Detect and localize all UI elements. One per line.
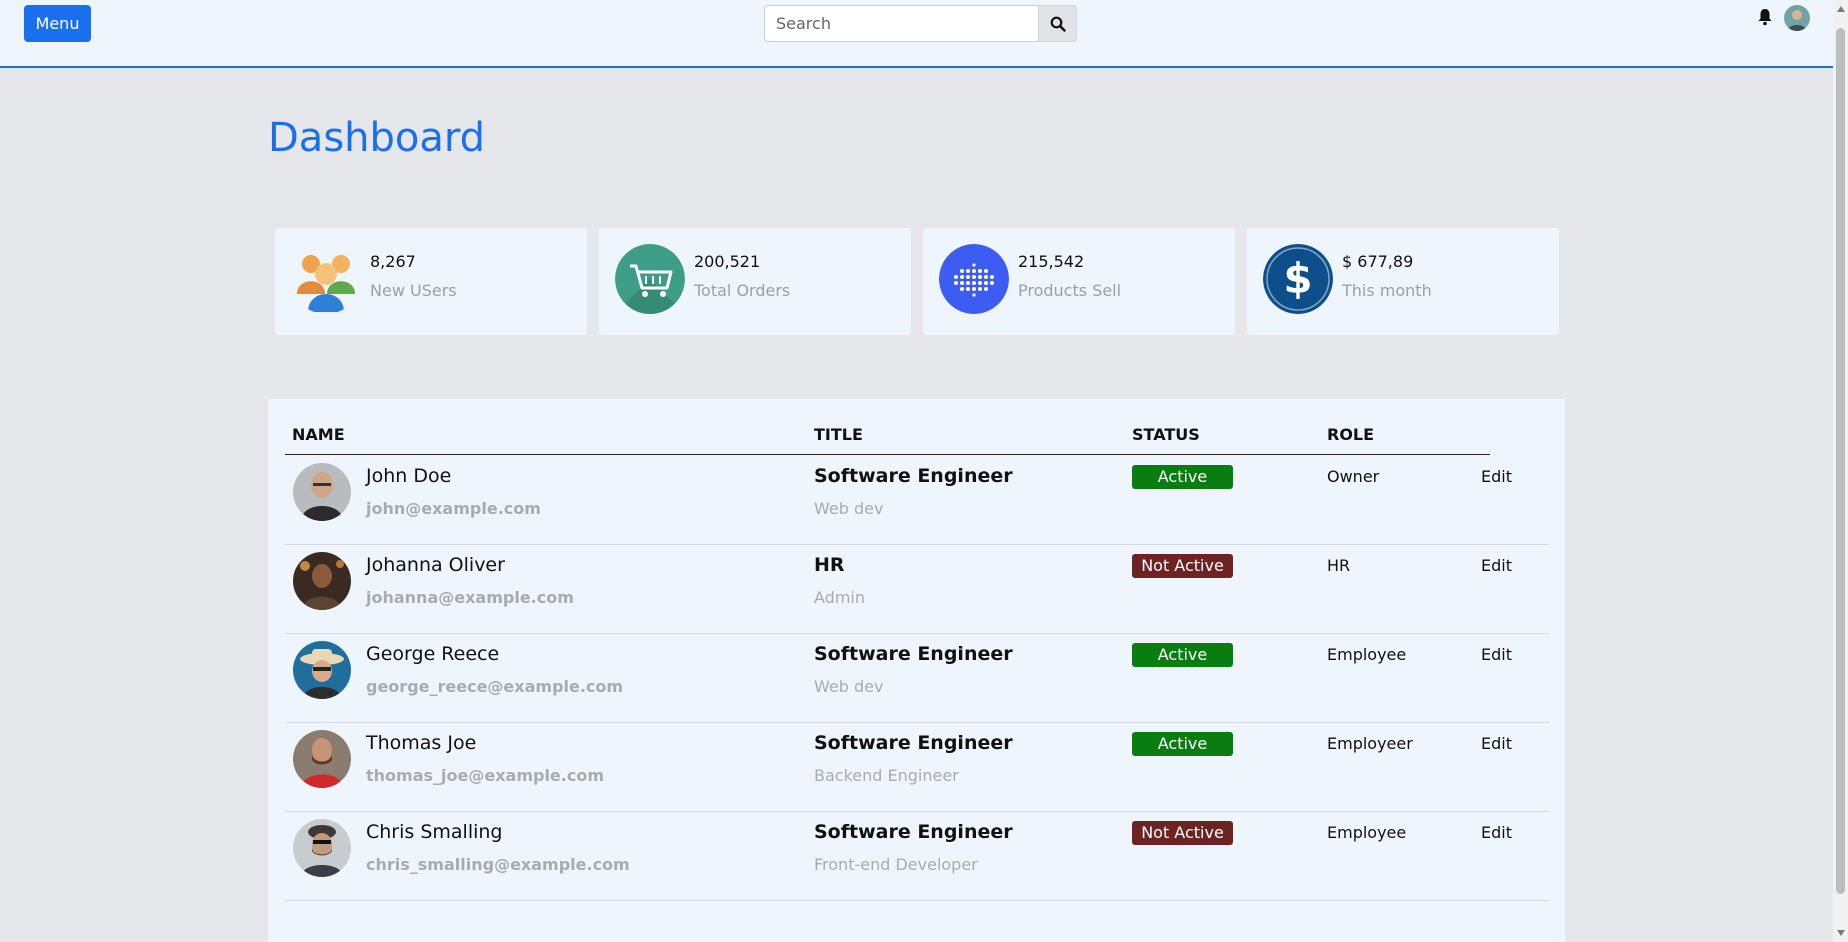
product-icon	[939, 244, 1009, 314]
job-title: Software Engineer	[814, 821, 1013, 843]
user-email: chris_smalling@example.com	[366, 855, 630, 874]
edit-link[interactable]: Edit	[1481, 467, 1512, 486]
status-badge: Not Active	[1132, 821, 1233, 845]
column-header-title: TITLE	[814, 425, 863, 444]
cart-icon	[615, 244, 685, 314]
job-subtitle: Web dev	[814, 499, 884, 518]
page-title: Dashboard	[268, 115, 486, 161]
avatar	[293, 463, 351, 521]
column-header-status: STATUS	[1132, 425, 1200, 444]
stat-value: 200,521	[694, 252, 761, 271]
status-badge: Active	[1132, 643, 1233, 667]
stat-label: Products Sell	[1018, 281, 1122, 300]
stat-card-this-month: $ $ 677,89 This month	[1247, 228, 1559, 335]
status-badge: Not Active	[1132, 554, 1233, 578]
scroll-thumb[interactable]	[1836, 28, 1845, 894]
dollar-icon: $	[1263, 244, 1333, 314]
table-row: George Reece george_reece@example.com So…	[285, 634, 1549, 723]
status-badge: Active	[1132, 465, 1233, 489]
user-role: Owner	[1327, 467, 1380, 486]
search-button[interactable]	[1038, 5, 1077, 42]
svg-text:$: $	[1283, 254, 1312, 303]
table-row: Chris Smalling chris_smalling@example.co…	[285, 812, 1549, 901]
user-role: HR	[1327, 556, 1351, 575]
edit-link[interactable]: Edit	[1481, 645, 1512, 664]
user-name: Johanna Oliver	[366, 554, 505, 576]
scroll-down-arrow[interactable]	[1837, 930, 1845, 936]
search-form	[764, 5, 1077, 42]
users-icon	[291, 244, 361, 314]
table-row: John Doe john@example.com Software Engin…	[285, 456, 1549, 545]
edit-link[interactable]: Edit	[1481, 734, 1512, 753]
menu-button[interactable]: Menu	[24, 5, 91, 42]
stat-value: 8,267	[370, 252, 416, 271]
search-input[interactable]	[764, 5, 1038, 42]
top-navbar: Menu	[0, 0, 1833, 68]
edit-link[interactable]: Edit	[1481, 556, 1512, 575]
bell-icon[interactable]	[1757, 8, 1773, 26]
job-subtitle: Web dev	[814, 677, 884, 696]
user-role: Employeer	[1327, 734, 1413, 753]
column-header-role: ROLE	[1327, 425, 1375, 444]
avatar	[293, 730, 351, 788]
stat-card-total-orders: 200,521 Total Orders	[599, 228, 911, 335]
stat-value: 215,542	[1018, 252, 1085, 271]
vertical-scrollbar[interactable]	[1833, 0, 1848, 942]
user-email: george_reece@example.com	[366, 677, 624, 696]
job-title: Software Engineer	[814, 732, 1013, 754]
job-subtitle: Front-end Developer	[814, 855, 978, 874]
column-header-name: NAME	[292, 425, 345, 444]
user-role: Employee	[1327, 823, 1407, 842]
avatar	[293, 552, 351, 610]
scroll-up-arrow[interactable]	[1837, 6, 1845, 12]
header-divider	[285, 454, 1490, 455]
user-role: Employee	[1327, 645, 1407, 664]
users-table: NAME TITLE STATUS ROLE John Doe john@exa…	[268, 399, 1565, 942]
status-badge: Active	[1132, 732, 1233, 756]
user-email: johanna@example.com	[366, 588, 574, 607]
job-title: Software Engineer	[814, 643, 1013, 665]
job-title: Software Engineer	[814, 465, 1013, 487]
user-email: john@example.com	[366, 499, 541, 518]
table-row: Johanna Oliver johanna@example.com HR Ad…	[285, 545, 1549, 634]
job-subtitle: Backend Engineer	[814, 766, 959, 785]
stat-card-new-users: 8,267 New USers	[275, 228, 587, 335]
user-name: George Reece	[366, 643, 500, 665]
stat-card-products-sell: 215,542 Products Sell	[923, 228, 1235, 335]
stat-label: Total Orders	[694, 281, 791, 300]
user-name: Thomas Joe	[366, 732, 477, 754]
job-subtitle: Admin	[814, 588, 865, 607]
stat-label: New USers	[370, 281, 457, 300]
user-name: John Doe	[366, 465, 452, 487]
avatar	[293, 641, 351, 699]
avatar	[293, 819, 351, 877]
edit-link[interactable]: Edit	[1481, 823, 1512, 842]
stat-label: This month	[1342, 281, 1432, 300]
job-title: HR	[814, 554, 845, 576]
user-email: thomas_joe@example.com	[366, 766, 605, 785]
user-name: Chris Smalling	[366, 821, 503, 843]
stat-value: $ 677,89	[1342, 252, 1414, 271]
search-icon	[1050, 16, 1066, 32]
table-row: Thomas Joe thomas_joe@example.com Softwa…	[285, 723, 1549, 812]
user-avatar[interactable]	[1784, 5, 1810, 31]
